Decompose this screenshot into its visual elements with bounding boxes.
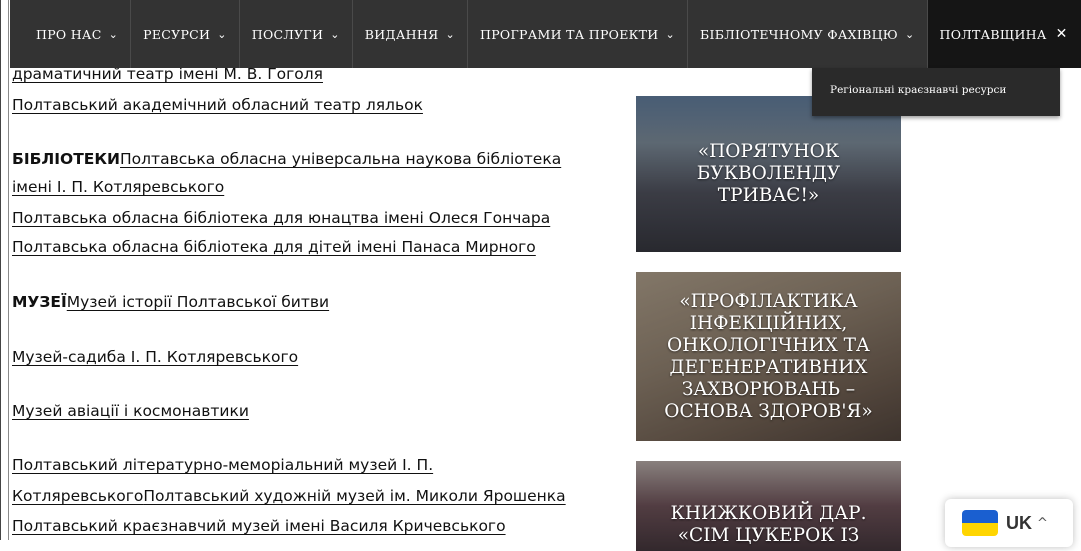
museum-art-link[interactable]: Полтавський художній музей ім. Миколи Яр… <box>143 487 565 505</box>
nav-item-services[interactable]: ПОСЛУГИ ⌄ <box>240 0 353 68</box>
ukraine-flag-icon <box>962 510 998 536</box>
nav-item-publications[interactable]: ВИДАННЯ ⌄ <box>353 0 468 68</box>
news-card-prevention[interactable]: «ПРОФІЛАКТИКА ІНФЕКЦІЙНИХ, ОНКОЛОГІЧНИХ … <box>636 272 901 441</box>
nav-item-resources[interactable]: РЕСУРСИ ⌄ <box>131 0 240 68</box>
language-code: UK <box>1006 512 1032 533</box>
news-card-title: КНИЖКОВИЙ ДАР. «СІМ ЦУКЕРОК ІЗ <box>670 503 867 546</box>
library-youth-link[interactable]: Полтавська обласна бібліотека для юнацтв… <box>12 209 550 227</box>
main-navigation: ПРО НАС ⌄ РЕСУРСИ ⌄ ПОСЛУГИ ⌄ ВИДАННЯ ⌄ ПРОГ… <box>10 0 1081 68</box>
nav-item-programs[interactable]: ПРОГРАМИ ТА ПРОЕКТИ ⌄ <box>468 0 688 68</box>
chevron-down-icon: ⌄ <box>905 27 915 41</box>
libraries-heading: БІБЛІОТЕКИ <box>12 150 121 168</box>
library-universal-link-cont[interactable]: імені І. П. Котляревського <box>12 178 224 196</box>
museums-heading: МУЗЕЇ <box>12 293 67 311</box>
news-card-title: «ПОРЯТУНОК БУКВОЛЕНДУ ТРИВАЄ!» <box>696 141 841 206</box>
nav-item-poltava-region[interactable]: ПОЛТАВЩИНА ✕ <box>927 0 1081 68</box>
chevron-down-icon: ⌄ <box>217 27 227 41</box>
museum-poltava-battle-link[interactable]: Музей історії Полтавської битви <box>67 293 329 311</box>
museum-literary-link-cont[interactable]: Котляревського <box>12 487 143 505</box>
library-children-link[interactable]: Полтавська обласна бібліотека для дітей … <box>12 238 536 256</box>
chevron-down-icon: ⌄ <box>445 27 455 41</box>
museum-literary-link[interactable]: Полтавський літературно-меморіальний муз… <box>12 456 433 474</box>
close-icon[interactable]: ✕ <box>1056 26 1068 42</box>
chevron-down-icon: ⌄ <box>330 27 340 41</box>
chevron-down-icon: ⌄ <box>108 27 119 41</box>
nav-dropdown-menu: Регіональні краєзнавчі ресурси <box>812 68 1060 116</box>
museum-aviation-link[interactable]: Музей авіації і космонавтики <box>12 402 249 420</box>
museum-kotliarevsky-estate-link[interactable]: Музей-садиба І. П. Котляревського <box>12 348 298 366</box>
museum-local-lore-link[interactable]: Полтавський краєзнавчий музей імені Васи… <box>12 517 506 535</box>
puppet-theatre-link[interactable]: Полтавський академічний обласний театр л… <box>12 96 423 114</box>
page-left-border <box>0 0 1 540</box>
news-card-bukvolend[interactable]: «ПОРЯТУНОК БУКВОЛЕНДУ ТРИВАЄ!» <box>636 96 901 252</box>
page-inner-border <box>8 0 9 540</box>
library-universal-link[interactable]: Полтавська обласна універсальна наукова … <box>120 150 561 168</box>
nav-item-about[interactable]: ПРО НАС ⌄ <box>10 0 132 68</box>
nav-item-librarians[interactable]: БІБЛІОТЕЧНОМУ ФАХІВЦЮ ⌄ <box>688 0 928 68</box>
chevron-down-icon: ⌄ <box>665 27 675 41</box>
news-card-book-gift[interactable]: КНИЖКОВИЙ ДАР. «СІМ ЦУКЕРОК ІЗ <box>636 461 901 551</box>
dropdown-item-regional-resources[interactable]: Регіональні краєзнавчі ресурси <box>830 84 1006 96</box>
news-card-title: «ПРОФІЛАКТИКА ІНФЕКЦІЙНИХ, ОНКОЛОГІЧНИХ … <box>664 290 873 422</box>
chevron-up-icon: ^ <box>1037 515 1048 531</box>
